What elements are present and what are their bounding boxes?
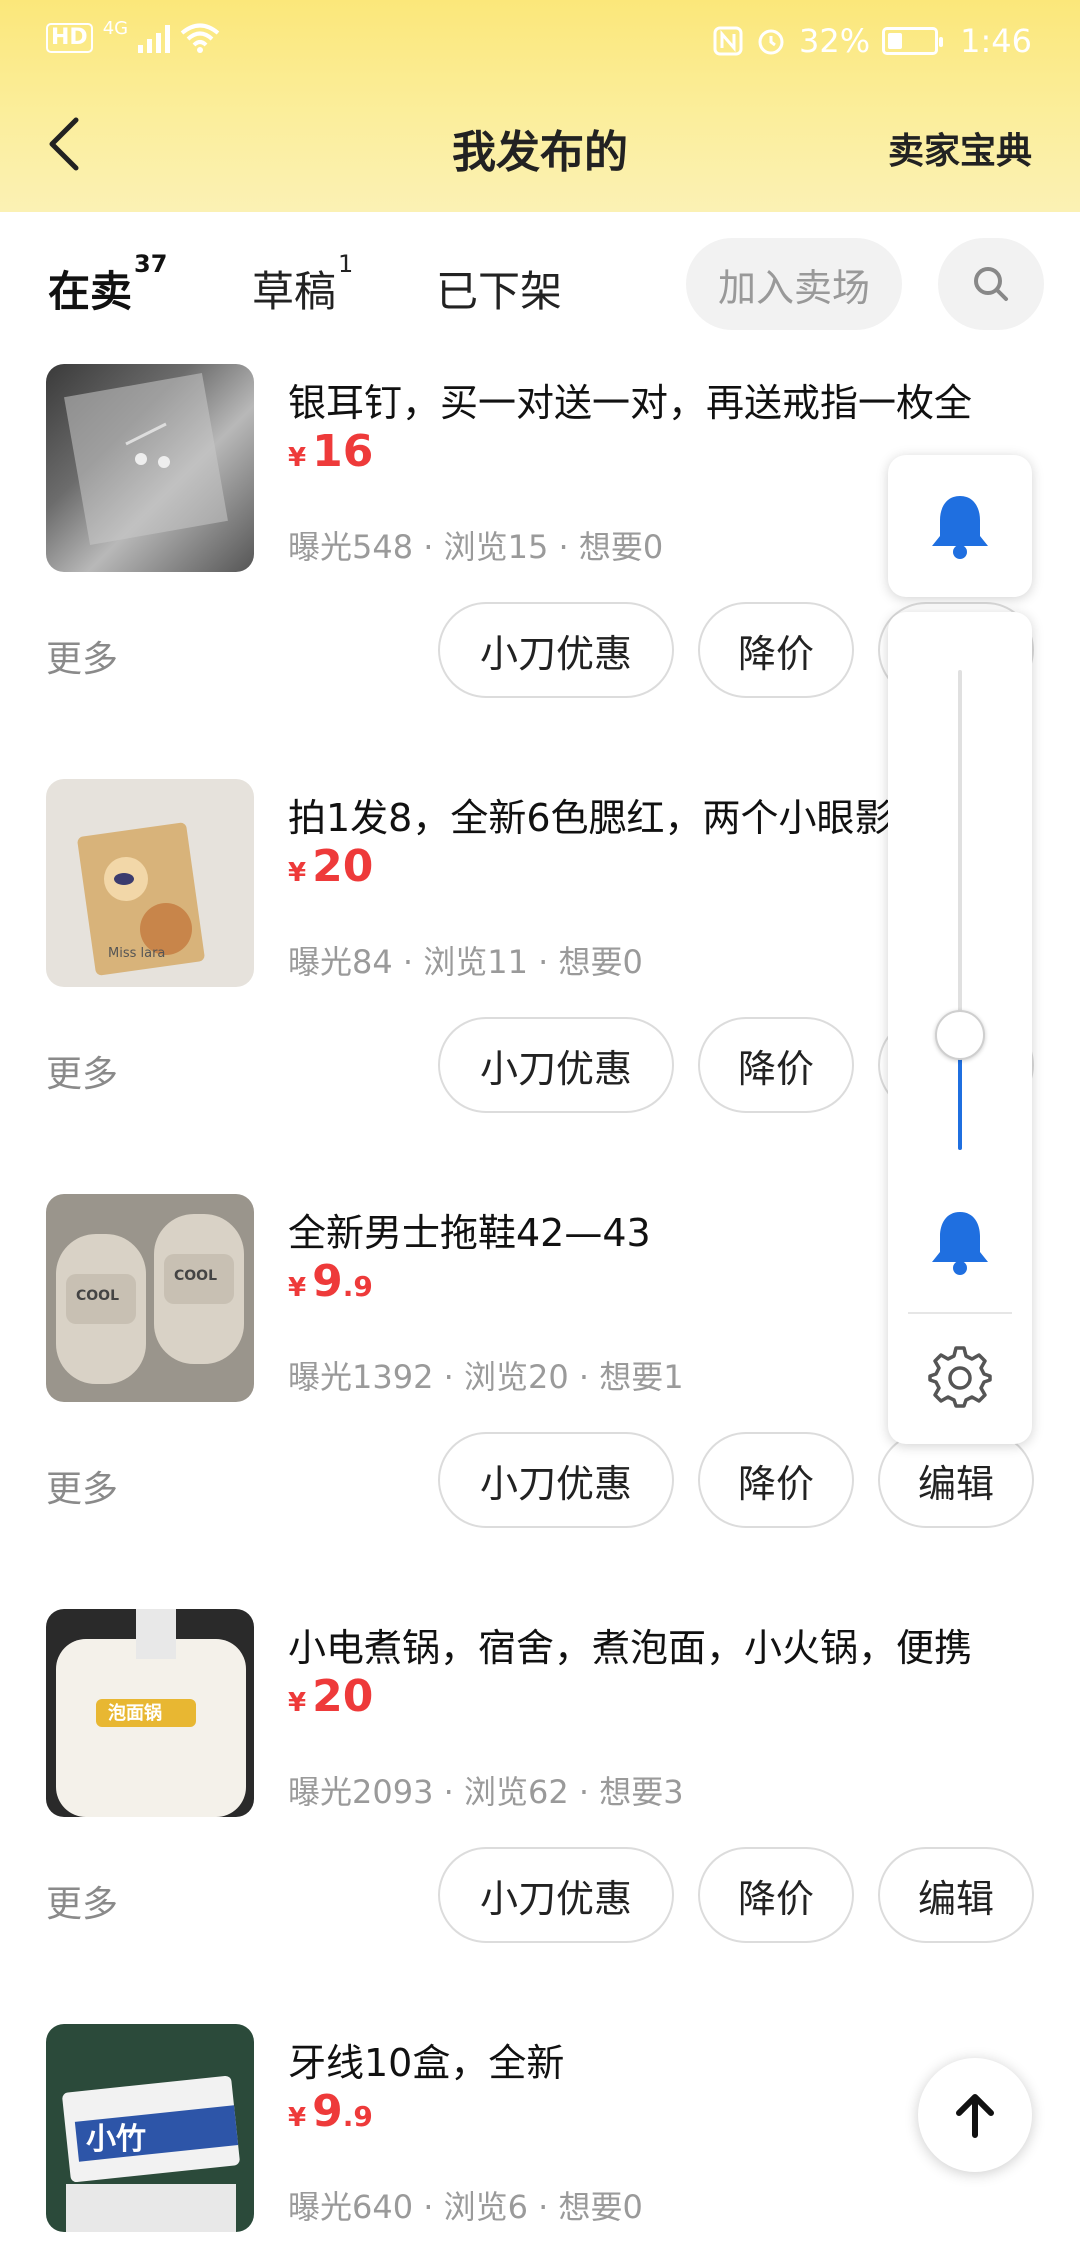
ringer-toggle[interactable] <box>888 455 1032 597</box>
item-price: ¥16 <box>288 426 373 477</box>
bell-icon <box>932 496 988 559</box>
network-label: 4G <box>102 17 129 39</box>
bargain-discount-button[interactable]: 小刀优惠 <box>438 1017 674 1113</box>
tab-delisted[interactable]: 已下架 <box>436 258 562 319</box>
item-stats: 曝光548 · 浏览15 · 想要0 <box>288 528 664 566</box>
nfc-icon <box>713 26 743 56</box>
price-cut-button[interactable]: 降价 <box>698 1847 854 1943</box>
currency-symbol: ¥ <box>288 1273 307 1303</box>
tab-on-sale[interactable]: 在卖37 <box>46 250 170 319</box>
thumbnail-print: COOL <box>76 1288 119 1304</box>
blush-palette-image: Miss lara <box>77 822 205 976</box>
item-price: ¥9.9 <box>288 1256 373 1307</box>
battery-percent: 32% <box>799 22 871 60</box>
thumbnail-brand: Miss lara <box>108 946 165 961</box>
settings-gear-icon[interactable] <box>928 1344 992 1408</box>
price-cut-button[interactable]: 降价 <box>698 602 854 698</box>
dental-floss-image: 小竹 <box>62 2075 240 2232</box>
more-button[interactable]: 更多 <box>46 1460 118 1512</box>
bargain-discount-button[interactable]: 小刀优惠 <box>438 602 674 698</box>
more-button[interactable]: 更多 <box>46 630 118 682</box>
currency-symbol: ¥ <box>288 1688 307 1718</box>
bargain-discount-button[interactable]: 小刀优惠 <box>438 1432 674 1528</box>
back-to-top-button[interactable] <box>918 2058 1032 2172</box>
price-decimal: .9 <box>342 1270 373 1303</box>
list-item: 小竹 牙线10盒，全新 ¥9.9 曝光640 · 浏览6 · 想要0 <box>0 2012 1080 2244</box>
item-stats: 曝光640 · 浏览6 · 想要0 <box>288 2188 643 2226</box>
status-bar: HD 4G 32% 1:46 <box>0 0 1080 84</box>
more-button[interactable]: 更多 <box>46 1875 118 1927</box>
item-stats: 曝光2093 · 浏览62 · 想要3 <box>288 1773 684 1811</box>
currency-symbol: ¥ <box>288 858 307 888</box>
price-integer: 20 <box>312 1671 374 1722</box>
item-thumbnail[interactable]: COOL COOL <box>46 1194 254 1402</box>
slippers-image: COOL COOL <box>56 1214 244 1384</box>
tab-count: 37 <box>134 250 168 278</box>
volume-panel <box>888 612 1032 1444</box>
item-thumbnail[interactable]: Miss lara <box>46 779 254 987</box>
electric-pot-image: 泡面锅 <box>56 1609 246 1817</box>
item-thumbnail[interactable]: 小竹 <box>46 2024 254 2232</box>
thumbnail-print: COOL <box>174 1268 217 1284</box>
thumbnail-label: 泡面锅 <box>108 1702 162 1724</box>
item-price: ¥20 <box>288 1671 373 1722</box>
price-cut-button[interactable]: 降价 <box>698 1017 854 1113</box>
price-integer: 16 <box>312 426 374 477</box>
currency-symbol: ¥ <box>288 443 307 473</box>
item-title[interactable]: 银耳钉，买一对送一对，再送戒指一枚全 <box>288 372 1048 427</box>
navigation-bar: 我发布的 卖家宝典 <box>0 84 1080 212</box>
wifi-icon <box>180 23 220 53</box>
search-icon <box>974 267 1008 301</box>
edit-button[interactable]: 编辑 <box>878 1847 1034 1943</box>
header-background: HD 4G 32% 1:46 我发布的 卖家宝典 <box>0 0 1080 212</box>
alarm-icon <box>758 29 784 55</box>
price-decimal: .9 <box>342 2100 373 2133</box>
seller-guide-link[interactable]: 卖家宝典 <box>888 122 1032 174</box>
tab-label: 已下架 <box>436 267 563 316</box>
tab-label: 草稿 <box>252 267 337 316</box>
tab-label: 在卖 <box>48 267 133 316</box>
item-thumbnail[interactable] <box>46 364 254 572</box>
list-item: 泡面锅 小电煮锅，宿舍，煮泡面，小火锅，便携 ¥20 曝光2093 · 浏览62… <box>0 1597 1080 2012</box>
item-stats: 曝光1392 · 浏览20 · 想要1 <box>288 1358 684 1396</box>
volume-slider-handle[interactable] <box>935 1010 985 1060</box>
price-integer: 9 <box>312 2086 343 2137</box>
price-integer: 9 <box>312 1256 343 1307</box>
arrow-up-icon <box>956 2094 994 2138</box>
search-button[interactable] <box>938 238 1044 330</box>
tab-bar: 在卖37 草稿1 已下架 加入卖场 <box>0 212 1080 352</box>
item-stats: 曝光84 · 浏览11 · 想要0 <box>288 943 643 981</box>
item-thumbnail[interactable]: 泡面锅 <box>46 1609 254 1817</box>
tab-count: 1 <box>338 250 354 278</box>
battery-icon <box>882 27 944 55</box>
bell-icon <box>932 1212 988 1275</box>
edit-button[interactable]: 编辑 <box>878 1432 1034 1528</box>
item-price: ¥20 <box>288 841 373 892</box>
divider <box>908 1312 1012 1314</box>
price-integer: 20 <box>312 841 374 892</box>
more-button[interactable]: 更多 <box>46 1045 118 1097</box>
item-title[interactable]: 小电煮锅，宿舍，煮泡面，小火锅，便携 <box>288 1617 1048 1672</box>
thumbnail-brand: 小竹 <box>86 2122 146 2157</box>
item-price: ¥9.9 <box>288 2086 373 2137</box>
price-cut-button[interactable]: 降价 <box>698 1432 854 1528</box>
earring-image <box>64 372 228 546</box>
join-market-button[interactable]: 加入卖场 <box>686 238 902 330</box>
tab-drafts[interactable]: 草稿1 <box>252 250 353 319</box>
signal-icon <box>138 23 171 53</box>
currency-symbol: ¥ <box>288 2103 307 2133</box>
bargain-discount-button[interactable]: 小刀优惠 <box>438 1847 674 1943</box>
clock: 1:46 <box>960 22 1032 60</box>
hd-icon: HD <box>46 23 93 53</box>
